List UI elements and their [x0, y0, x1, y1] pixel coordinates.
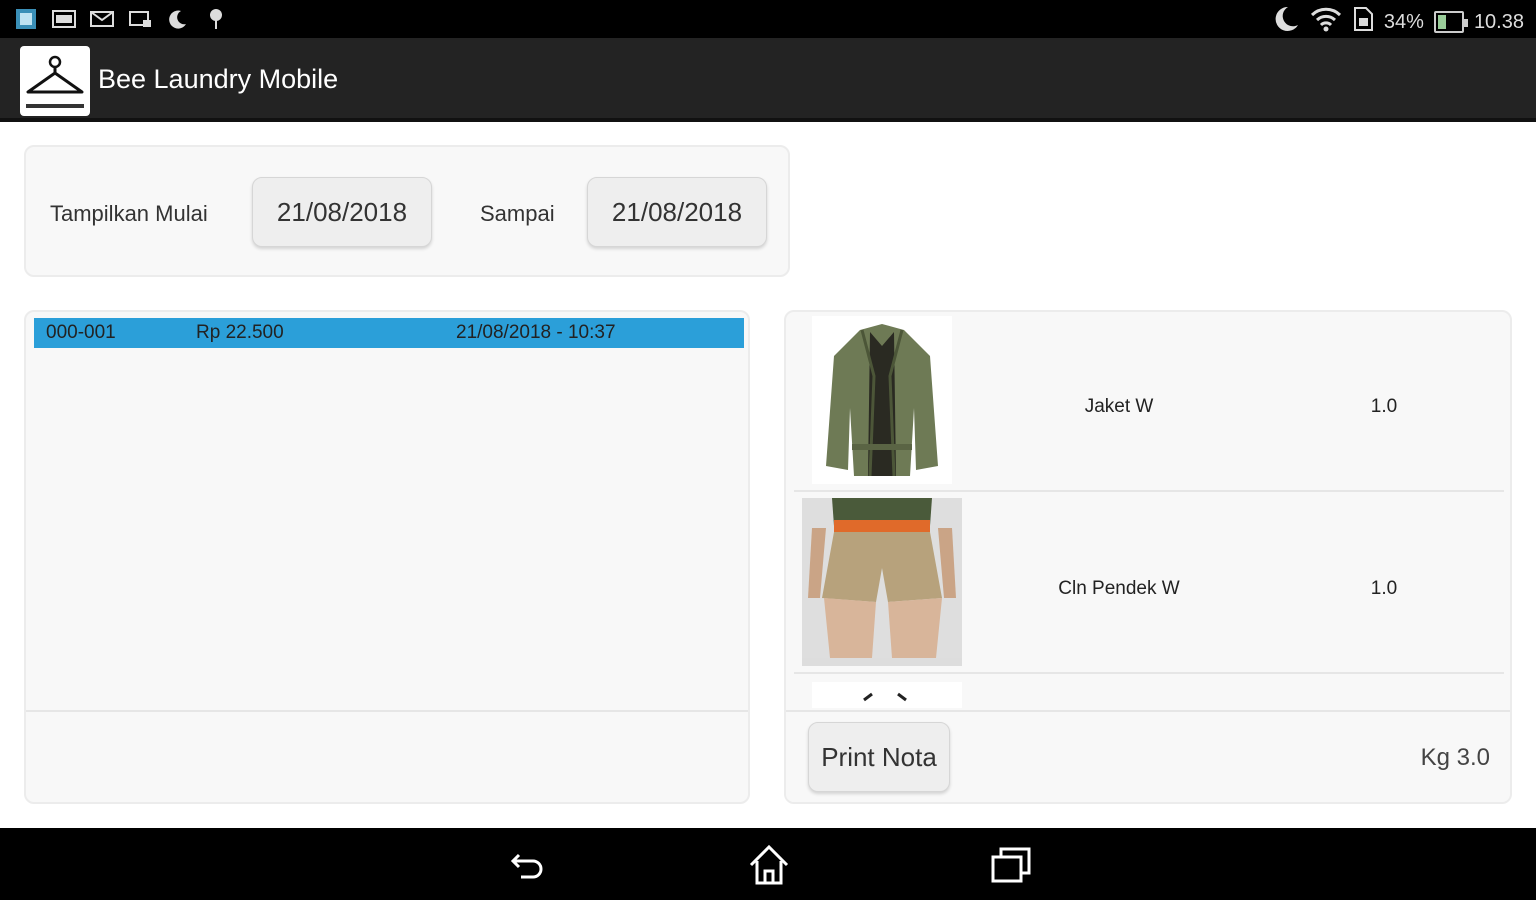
start-date-label: Tampilkan Mulai — [50, 201, 208, 226]
list-item[interactable]: Jaket W 1.0 — [794, 312, 1504, 492]
pin-icon — [204, 8, 228, 30]
start-date-button[interactable]: 21/08/2018 — [252, 177, 432, 247]
list-item[interactable]: Cln Pendek W 1.0 — [794, 494, 1504, 674]
clock: 10.38 — [1473, 10, 1524, 33]
moon-icon — [166, 8, 190, 30]
transaction-id: 000-001 — [46, 322, 116, 343]
recents-icon[interactable] — [986, 840, 1036, 890]
item-name: Cln Pendek W — [1058, 578, 1180, 599]
date-filter-panel: Tampilkan Mulai 21/08/2018 Sampai 21/08/… — [24, 145, 790, 277]
cast-icon — [128, 8, 152, 30]
transaction-datetime: 21/08/2018 - 10:37 — [456, 322, 616, 343]
action-bar: Bee Laundry Mobile — [0, 38, 1536, 122]
wifi-icon — [1310, 6, 1342, 38]
home-icon[interactable] — [744, 840, 794, 890]
jacket-image — [812, 316, 952, 484]
list-footer — [26, 710, 748, 802]
back-icon[interactable] — [502, 840, 552, 890]
battery-percent: 34% — [1383, 10, 1424, 33]
hanger-icon — [20, 46, 90, 116]
navigation-bar — [0, 828, 1536, 900]
partial-item-image — [812, 682, 962, 708]
total-weight: Kg 3.0 — [1420, 744, 1490, 771]
battery-icon — [1433, 11, 1468, 33]
print-nota-button[interactable]: Print Nota — [808, 722, 950, 792]
detail-footer: Print Nota Kg 3.0 — [786, 710, 1510, 802]
end-date-button[interactable]: 21/08/2018 — [587, 177, 767, 247]
app-title: Bee Laundry Mobile — [98, 64, 339, 94]
list-item[interactable]: 000-001 Rp 22.500 21/08/2018 - 10:37 — [34, 318, 744, 348]
moon-icon — [1270, 5, 1300, 39]
image-icon — [52, 8, 76, 30]
transaction-amount: Rp 22.500 — [196, 322, 284, 343]
transaction-list: 000-001 Rp 22.500 21/08/2018 - 10:37 — [24, 310, 750, 804]
item-name: Jaket W — [1084, 396, 1154, 417]
item-qty: 1.0 — [1370, 578, 1398, 599]
mail-icon — [90, 8, 114, 30]
order-detail-panel: Jaket W 1.0 Cln Pendek W 1.0 Print Nota … — [784, 310, 1512, 804]
sim-icon — [1352, 6, 1374, 38]
status-bar: 34% 10.38 — [0, 0, 1536, 38]
app-icon — [14, 8, 38, 30]
shorts-image — [802, 498, 962, 666]
item-qty: 1.0 — [1370, 396, 1398, 417]
end-date-label: Sampai — [480, 201, 555, 226]
